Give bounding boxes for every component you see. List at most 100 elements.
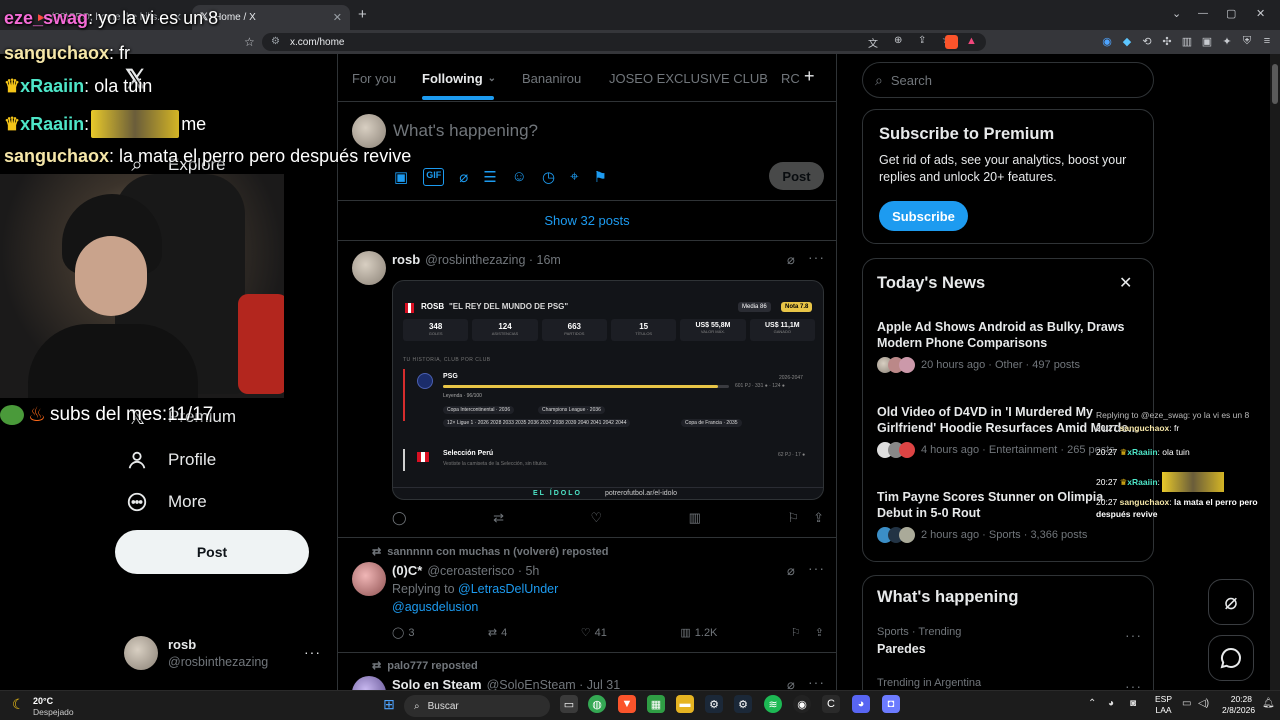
account-menu-icon[interactable]: ··· [304, 644, 321, 660]
subscribe-button[interactable]: Subscribe [879, 201, 968, 231]
reply-button[interactable]: ◯ 3 [392, 626, 414, 640]
close-icon[interactable]: ✕ [1119, 273, 1132, 293]
vpn-icon[interactable]: ⛨ [1240, 34, 1254, 48]
site-info-icon[interactable]: ⚙ [271, 36, 280, 47]
add-tab-icon[interactable]: + [804, 66, 815, 87]
brave-rewards-icon[interactable]: ▲ [966, 35, 977, 47]
account-avatar[interactable] [124, 636, 158, 670]
location-icon[interactable]: ⌖ [570, 168, 578, 186]
app-icon[interactable]: ◘ [882, 695, 900, 713]
flag-icon[interactable]: ⚑ [594, 168, 607, 186]
page-scrollbar[interactable] [1270, 54, 1280, 690]
grok-icon[interactable]: ⌀ [787, 677, 795, 690]
tray-app-icon[interactable]: ◙ [1130, 698, 1136, 709]
grok-icon[interactable]: ⌀ [787, 563, 795, 579]
tweet-author[interactable]: rosb [392, 252, 420, 267]
scrollbar-thumb[interactable] [1272, 64, 1278, 104]
tab-list-joseo[interactable]: JOSEO EXCLUSIVE CLUB [609, 54, 768, 102]
search-box[interactable]: ⌕ Search [862, 62, 1154, 98]
tweet-handle[interactable]: @SoloEnSteam · Jul 31 [487, 678, 621, 690]
zoom-icon[interactable]: ⊕ [894, 35, 902, 46]
file-explorer-icon[interactable]: ▬ [676, 695, 694, 713]
composer-input[interactable]: What's happening? [393, 121, 538, 141]
tab-list-bananirou[interactable]: Bananirou [522, 54, 581, 102]
new-tab-button[interactable]: + [358, 6, 367, 23]
bookmark-icon[interactable]: ⚐ [787, 510, 799, 526]
steam-icon[interactable]: ⚙ [734, 695, 752, 713]
clock[interactable]: 20:28 2/8/2026 [1222, 694, 1255, 716]
like-icon[interactable]: ♡ [590, 510, 602, 526]
tweet-handle[interactable]: @rosbinthezazing · 16m [425, 253, 561, 267]
discord-tray-icon[interactable]: ◕ [1108, 698, 1114, 709]
views-button[interactable]: ▥ 1.2K [680, 626, 717, 640]
tweet-more-icon[interactable]: ··· [808, 674, 825, 690]
post-button[interactable]: Post [115, 530, 309, 574]
image-icon[interactable]: ▣ [394, 168, 408, 186]
trend-item[interactable]: Sports · Trending Paredes [877, 626, 961, 657]
network-icon[interactable]: ▭ [1182, 698, 1191, 709]
audio-icon[interactable]: ◉ [1100, 34, 1114, 48]
reply-icon[interactable]: ◯ [392, 510, 407, 526]
weather-moon-icon[interactable]: ☾ [12, 696, 25, 713]
grok-floating-button[interactable]: ⌀ [1208, 579, 1254, 625]
composer-avatar[interactable] [352, 114, 386, 148]
gif-icon[interactable]: GIF [423, 168, 445, 186]
show-new-posts-button[interactable]: Show 32 posts [338, 213, 836, 228]
brave-icon[interactable]: ▼ [618, 695, 636, 713]
tab-list-rc[interactable]: RC [781, 54, 800, 102]
repost-icon[interactable]: ⇄ [493, 510, 504, 526]
news-item[interactable]: Apple Ad Shows Android as Bulky, Draws M… [877, 319, 1142, 373]
notifications-icon[interactable]: 🔔︎ [1262, 698, 1275, 709]
obs-icon[interactable]: ◉ [793, 695, 811, 713]
tab-search-button[interactable]: ⌄ [1172, 7, 1181, 20]
poll-icon[interactable]: ☰ [483, 168, 496, 186]
puzzle-icon[interactable]: ✣ [1160, 34, 1174, 48]
emoji-icon[interactable]: ☺ [512, 168, 527, 186]
repost-button[interactable]: ⇄ 4 [488, 626, 507, 640]
composer-post-button[interactable]: Post [769, 162, 824, 190]
store-icon[interactable]: ▦ [647, 695, 665, 713]
task-view-icon[interactable]: ▭ [560, 695, 578, 713]
tweet-avatar[interactable] [352, 251, 386, 285]
extension-icon[interactable]: ⟲ [1140, 34, 1154, 48]
nav-profile[interactable]: Profile [124, 447, 216, 473]
nav-more[interactable]: More [124, 489, 207, 515]
tweet-avatar[interactable] [352, 562, 386, 596]
steam-icon[interactable]: ⚙ [705, 695, 723, 713]
translate-icon[interactable]: 文 [868, 35, 878, 50]
tab-for-you[interactable]: For you [352, 54, 396, 102]
minimize-button[interactable]: — [1198, 8, 1208, 19]
taskbar-search[interactable]: ⌕ Buscar [404, 695, 550, 717]
windows-start-icon[interactable]: ⊞ [380, 695, 398, 713]
discord-icon[interactable]: ◕ [852, 695, 870, 713]
leo-icon[interactable]: ✦ [1220, 34, 1234, 48]
tweet-author[interactable]: (0)C* [392, 563, 422, 578]
grok-icon[interactable]: ⌀ [787, 252, 795, 268]
brave-shield-icon[interactable] [945, 35, 958, 49]
maximize-button[interactable]: ▢ [1226, 7, 1236, 20]
tweet-more-icon[interactable]: ··· [808, 560, 825, 576]
copilot-icon[interactable]: C [822, 695, 840, 713]
tweet-more-icon[interactable]: ··· [808, 249, 825, 265]
share-icon[interactable]: ⇪ [815, 626, 824, 639]
volume-icon[interactable]: ◁) [1198, 698, 1209, 709]
tab-following[interactable]: Following ⌄ [422, 54, 496, 102]
grok-icon[interactable]: ⌀ [459, 168, 468, 186]
tweet-avatar[interactable] [352, 676, 386, 690]
sidebar-icon[interactable]: ▥ [1180, 34, 1194, 48]
address-bar[interactable]: ⚙ x.com/home 文 ⊕ ⇪ ☆ [262, 33, 986, 51]
like-button[interactable]: ♡ 41 [581, 626, 607, 640]
tweet-handle[interactable]: @ceroasterisco · 5h [427, 564, 539, 578]
mention-link[interactable]: @agusdelusion [392, 600, 478, 614]
tweet-media-card[interactable]: ROSB "EL REY DEL MUNDO DE PSG" Media 86 … [392, 280, 824, 500]
weather-temp[interactable]: 20°C [33, 696, 53, 706]
trend-item[interactable]: Trending in Argentina [877, 677, 981, 689]
language-indicator[interactable]: ESP LAA [1155, 694, 1172, 716]
bookmark-icon[interactable]: ☆ [244, 35, 255, 49]
bookmark-icon[interactable]: ⚐ [791, 626, 801, 639]
wallet-icon[interactable]: ▣ [1200, 34, 1214, 48]
close-window-button[interactable]: ✕ [1256, 7, 1265, 20]
share-icon[interactable]: ⇪ [813, 510, 824, 526]
spotify-icon[interactable]: ≋ [764, 695, 782, 713]
schedule-icon[interactable]: ◷ [542, 168, 555, 186]
